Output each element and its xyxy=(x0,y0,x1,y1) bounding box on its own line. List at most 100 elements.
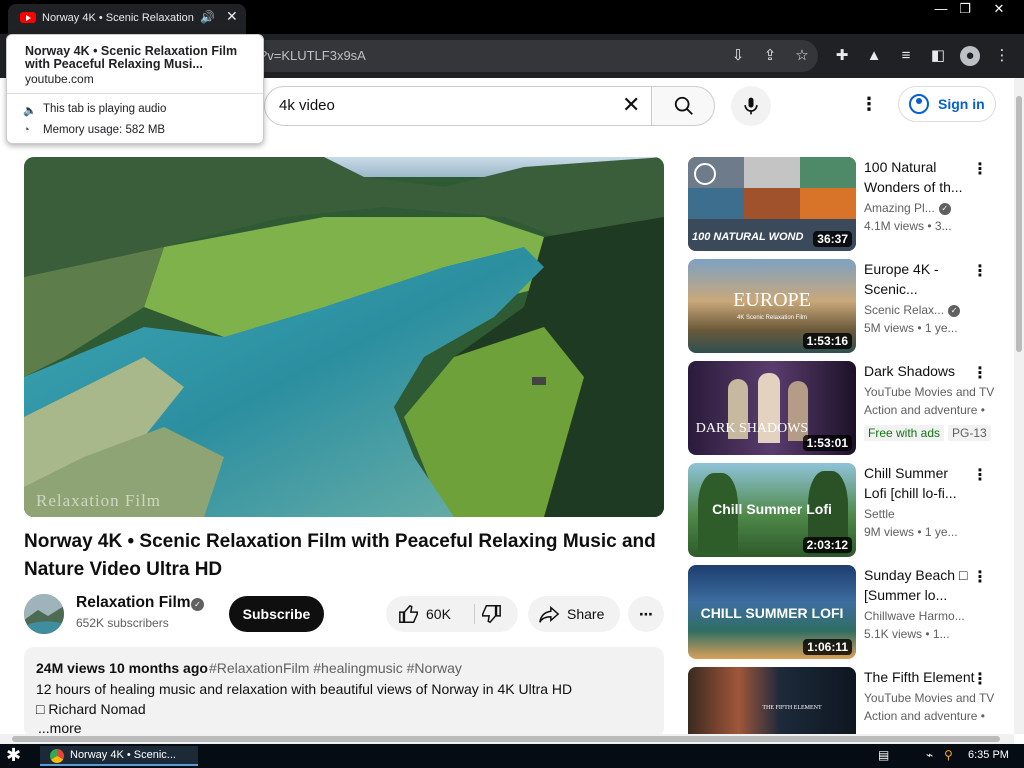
video-title[interactable]: 100 Natural Wonders of th... xyxy=(864,157,972,197)
hashtags[interactable]: #RelaxationFilm #healingmusic #Norway xyxy=(209,660,462,676)
labs-flask-icon[interactable]: ▲ xyxy=(864,46,884,66)
vertical-scrollbar[interactable] xyxy=(1014,78,1024,734)
audio-playing-icon[interactable]: 🔊 xyxy=(200,10,215,24)
recommended-video[interactable]: THE FIFTH ELEMENT The Fifth Element YouT… xyxy=(688,667,998,734)
video-duration: 1:53:01 xyxy=(802,435,852,451)
install-app-icon[interactable]: ⇩ xyxy=(728,46,748,66)
thumbnail-caption: Chill Summer Lofi xyxy=(712,501,832,517)
recommended-video[interactable]: Chill Summer Lofi 2:03:12 Chill Summer L… xyxy=(688,463,998,559)
like-count[interactable]: 60K xyxy=(426,596,451,632)
browser-tab[interactable]: Norway 4K • Scenic Relaxation 🔊 ✕ xyxy=(8,4,246,34)
keyboard-icon[interactable]: ▤ xyxy=(878,748,889,762)
sign-in-button[interactable]: Sign in xyxy=(898,86,996,122)
network-icon[interactable]: ⌁ xyxy=(926,748,933,762)
more-actions-button[interactable]: ⋯ xyxy=(628,596,664,632)
taskbar-window-button[interactable]: Norway 4K • Scenic... xyxy=(40,746,198,766)
restore-window-button[interactable]: ❐ xyxy=(950,0,980,18)
like-divider xyxy=(474,604,475,624)
hover-card-title: Norway 4K • Scenic Relaxation Film with … xyxy=(25,44,238,71)
video-options-icon[interactable]: ⋮ xyxy=(972,465,988,485)
video-title[interactable]: Europe 4K - Scenic... xyxy=(864,259,972,299)
channel-name[interactable]: YouTube Movies and TV xyxy=(864,385,998,399)
description-line-2: □ Richard Nomad xyxy=(36,701,146,717)
vertical-scroll-thumb[interactable] xyxy=(1016,96,1022,352)
horizontal-scrollbar[interactable] xyxy=(0,734,1014,744)
video-thumbnail[interactable]: THE FIFTH ELEMENT xyxy=(688,667,856,734)
video-options-icon[interactable]: ⋮ xyxy=(972,261,988,281)
thumbnail-caption: CHILL SUMMER LOFI xyxy=(700,605,844,621)
hover-card-domain: youtube.com xyxy=(25,72,94,86)
thumbs-down-icon[interactable] xyxy=(480,603,502,625)
profile-avatar-icon[interactable]: ● xyxy=(960,46,980,66)
channel-name[interactable]: Amazing Pl... ✓ xyxy=(864,201,998,215)
sign-in-label: Sign in xyxy=(938,96,985,112)
thumbnail-caption: EUROPE xyxy=(733,289,811,311)
video-title[interactable]: Sunday Beach □ [Summer lo... xyxy=(864,565,972,605)
recommended-video[interactable]: 100 NATURAL WOND 36:37 100 Natural Wonde… xyxy=(688,157,998,253)
channel-name[interactable]: Relaxation Film xyxy=(76,594,191,612)
thumbnail-subcaption: 4K Scenic Relaxation Film xyxy=(736,315,808,321)
hover-card-divider xyxy=(7,93,263,94)
tab-title: Norway 4K • Scenic Relaxation xyxy=(42,12,194,24)
recommended-video[interactable]: DARK SHADOWS 1:53:01 Dark Shadows YouTub… xyxy=(688,361,998,457)
channel-name[interactable]: Chillwave Harmo... xyxy=(864,609,998,623)
share-page-icon[interactable]: ⇪ xyxy=(760,46,780,66)
video-watermark: Relaxation Film xyxy=(36,491,162,510)
video-frame-image xyxy=(24,157,664,517)
views-and-age: 24M views 10 months ago xyxy=(36,660,208,676)
close-window-button[interactable]: ✕ xyxy=(984,0,1014,18)
video-title[interactable]: The Fifth Element xyxy=(864,667,984,687)
description-line-1: 12 hours of healing music and relaxation… xyxy=(36,681,573,697)
video-options-icon[interactable]: ⋮ xyxy=(972,363,988,383)
extensions-icon[interactable]: ✚ xyxy=(832,46,852,66)
channel-label: Scenic Relax... xyxy=(864,303,945,317)
side-panel-icon[interactable]: ◧ xyxy=(928,46,948,66)
youtube-favicon-icon xyxy=(20,12,36,23)
video-thumbnail[interactable]: CHILL SUMMER LOFI 1:06:11 xyxy=(688,565,856,659)
video-description[interactable]: 24M views 10 months ago #RelaxationFilm … xyxy=(24,647,664,737)
video-options-icon[interactable]: ⋮ xyxy=(972,159,988,179)
search-button[interactable] xyxy=(651,86,715,126)
search-input[interactable]: 4k video xyxy=(264,86,652,126)
video-title: Norway 4K • Scenic Relaxation Film with … xyxy=(24,531,656,580)
channel-label: Amazing Pl... xyxy=(864,201,935,215)
recommended-video[interactable]: EUROPE 4K Scenic Relaxation Film 1:53:16… xyxy=(688,259,998,355)
video-player[interactable]: Relaxation Film xyxy=(24,157,664,517)
share-button[interactable]: Share xyxy=(528,596,620,632)
hover-card-memory-row: ◔ Memory usage: 582 MB xyxy=(23,124,166,136)
bookmark-star-icon[interactable]: ☆ xyxy=(792,46,812,66)
hover-card-audio-text: This tab is playing audio xyxy=(43,103,167,115)
start-menu-icon[interactable]: ✱ xyxy=(6,745,21,766)
verified-icon: ✓ xyxy=(948,304,961,317)
channel-name[interactable]: Settle xyxy=(864,507,998,521)
video-options-icon[interactable]: ⋮ xyxy=(972,669,988,689)
channel-avatar[interactable] xyxy=(24,594,64,634)
like-dislike-group: 60K xyxy=(386,596,518,632)
system-clock[interactable]: 6:35 PM xyxy=(968,749,1009,761)
video-meta: 5.1K views • 1... xyxy=(864,627,950,641)
horizontal-scroll-thumb[interactable] xyxy=(12,736,1000,742)
video-options-icon[interactable]: ⋮ xyxy=(972,567,988,587)
video-title[interactable]: Dark Shadows xyxy=(864,361,972,381)
search-tray-icon[interactable]: ⚲ xyxy=(944,748,953,762)
video-thumbnail[interactable]: DARK SHADOWS 1:53:01 xyxy=(688,361,856,455)
channel-name[interactable]: Scenic Relax... ✓ xyxy=(864,303,998,317)
settings-menu-icon[interactable]: ⋮ xyxy=(860,94,878,115)
video-thumbnail[interactable]: Chill Summer Lofi 2:03:12 xyxy=(688,463,856,557)
video-title[interactable]: Chill Summer Lofi [chill lo-fi... xyxy=(864,463,972,503)
video-meta: 5M views • 1 ye... xyxy=(864,321,958,335)
subscribe-button[interactable]: Subscribe xyxy=(229,596,324,632)
voice-search-button[interactable] xyxy=(731,86,771,126)
hover-card-memory-text: Memory usage: 582 MB xyxy=(43,124,166,136)
video-thumbnail[interactable]: EUROPE 4K Scenic Relaxation Film 1:53:16 xyxy=(688,259,856,353)
thumbs-up-icon[interactable] xyxy=(398,603,420,625)
search-icon xyxy=(674,96,693,115)
channel-name[interactable]: YouTube Movies and TV xyxy=(864,691,998,705)
media-control-icon[interactable]: ≡ xyxy=(896,46,916,66)
tab-close-icon[interactable]: ✕ xyxy=(226,8,238,25)
browser-menu-icon[interactable]: ⋮ xyxy=(992,46,1012,66)
clear-search-icon[interactable]: ✕ xyxy=(622,92,640,118)
verified-icon: ✓ xyxy=(191,598,204,611)
recommended-video[interactable]: CHILL SUMMER LOFI 1:06:11 Sunday Beach □… xyxy=(688,565,998,661)
video-thumbnail[interactable]: 100 NATURAL WOND 36:37 xyxy=(688,157,856,251)
